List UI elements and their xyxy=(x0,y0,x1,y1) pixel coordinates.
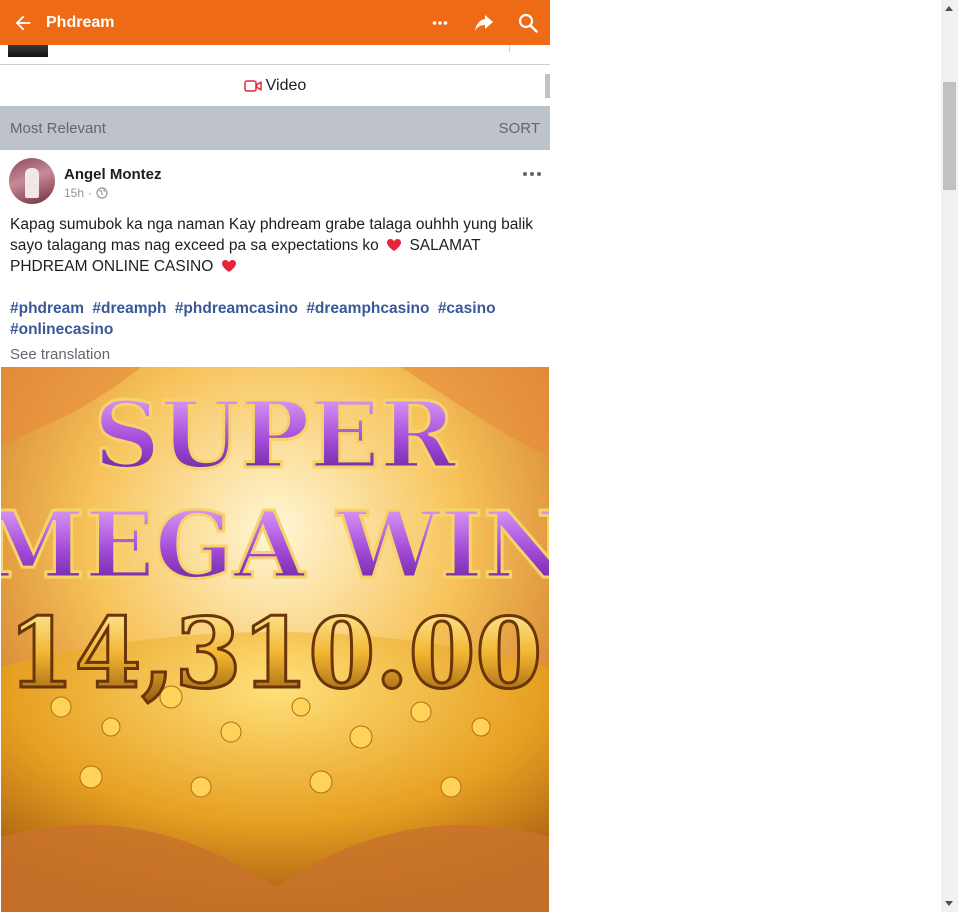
sort-bar: Most Relevant SORT xyxy=(0,106,550,150)
back-button[interactable] xyxy=(0,0,46,45)
heart-icon xyxy=(387,239,402,251)
post-meta: 15h · xyxy=(64,186,108,200)
more-horizontal-icon xyxy=(432,20,448,25)
jackpot-image: SUPER MEGA WIN 14,310.00 xyxy=(1,367,549,912)
video-camera-icon xyxy=(243,80,262,92)
video-tab[interactable]: Video xyxy=(0,66,550,106)
previous-item-thumbnail xyxy=(8,45,48,57)
image-line2: MEGA WIN xyxy=(1,491,549,599)
share-icon xyxy=(475,14,493,31)
image-amount: 14,310.00 xyxy=(8,597,542,710)
heart-icon xyxy=(221,260,236,272)
author-name[interactable]: Angel Montez xyxy=(64,166,162,183)
divider xyxy=(509,45,510,52)
hashtag-link[interactable]: #casino xyxy=(438,300,496,317)
previous-item-peek xyxy=(0,45,550,65)
post-body: Kapag sumubok ka nga naman Kay phdream g… xyxy=(0,208,550,340)
post-header: Angel Montez 15h · xyxy=(0,150,550,208)
sort-button[interactable]: SORT xyxy=(499,120,540,137)
video-tab-label: Video xyxy=(265,77,307,94)
post-options-button[interactable] xyxy=(522,164,542,182)
hashtag-link[interactable]: #phdreamcasino xyxy=(175,300,298,317)
top-bar: Phdream xyxy=(0,0,550,45)
scroll-up-arrow-icon[interactable] xyxy=(945,6,953,11)
share-button[interactable] xyxy=(462,0,506,45)
search-button[interactable] xyxy=(506,0,550,45)
feed-panel: Phdream Video Most Relevant SORT Angel M… xyxy=(0,0,550,912)
search-icon xyxy=(518,13,538,33)
avatar[interactable] xyxy=(9,158,55,204)
page-title: Phdream xyxy=(46,13,115,31)
image-line1: SUPER xyxy=(94,381,457,489)
more-button[interactable] xyxy=(418,0,462,45)
page-scrollbar[interactable] xyxy=(941,0,958,912)
meta-separator: · xyxy=(88,186,93,200)
hashtag-link[interactable]: #dreamphcasino xyxy=(306,300,429,317)
hashtag-link[interactable]: #dreamph xyxy=(92,300,166,317)
back-arrow-icon xyxy=(15,15,31,30)
see-translation-link[interactable]: See translation xyxy=(0,340,550,363)
post-time[interactable]: 15h xyxy=(64,186,84,200)
scroll-down-arrow-icon[interactable] xyxy=(945,901,953,906)
sort-filter-label[interactable]: Most Relevant xyxy=(10,120,106,137)
post-image[interactable]: SUPER MEGA WIN 14,310.00 xyxy=(1,367,549,912)
page: Phdream Video Most Relevant SORT Angel M… xyxy=(0,0,958,912)
hashtag-list: #phdream #dreamph #phdreamcasino #dreamp… xyxy=(10,298,540,340)
more-horizontal-icon xyxy=(523,172,541,176)
hashtag-link[interactable]: #onlinecasino xyxy=(10,321,113,338)
post: Angel Montez 15h · Kapag sumubok ka nga … xyxy=(0,150,550,363)
tab-scroll-indicator xyxy=(545,74,550,98)
globe-icon xyxy=(96,187,108,199)
hashtag-link[interactable]: #phdream xyxy=(10,300,84,317)
scrollbar-thumb[interactable] xyxy=(943,82,956,190)
